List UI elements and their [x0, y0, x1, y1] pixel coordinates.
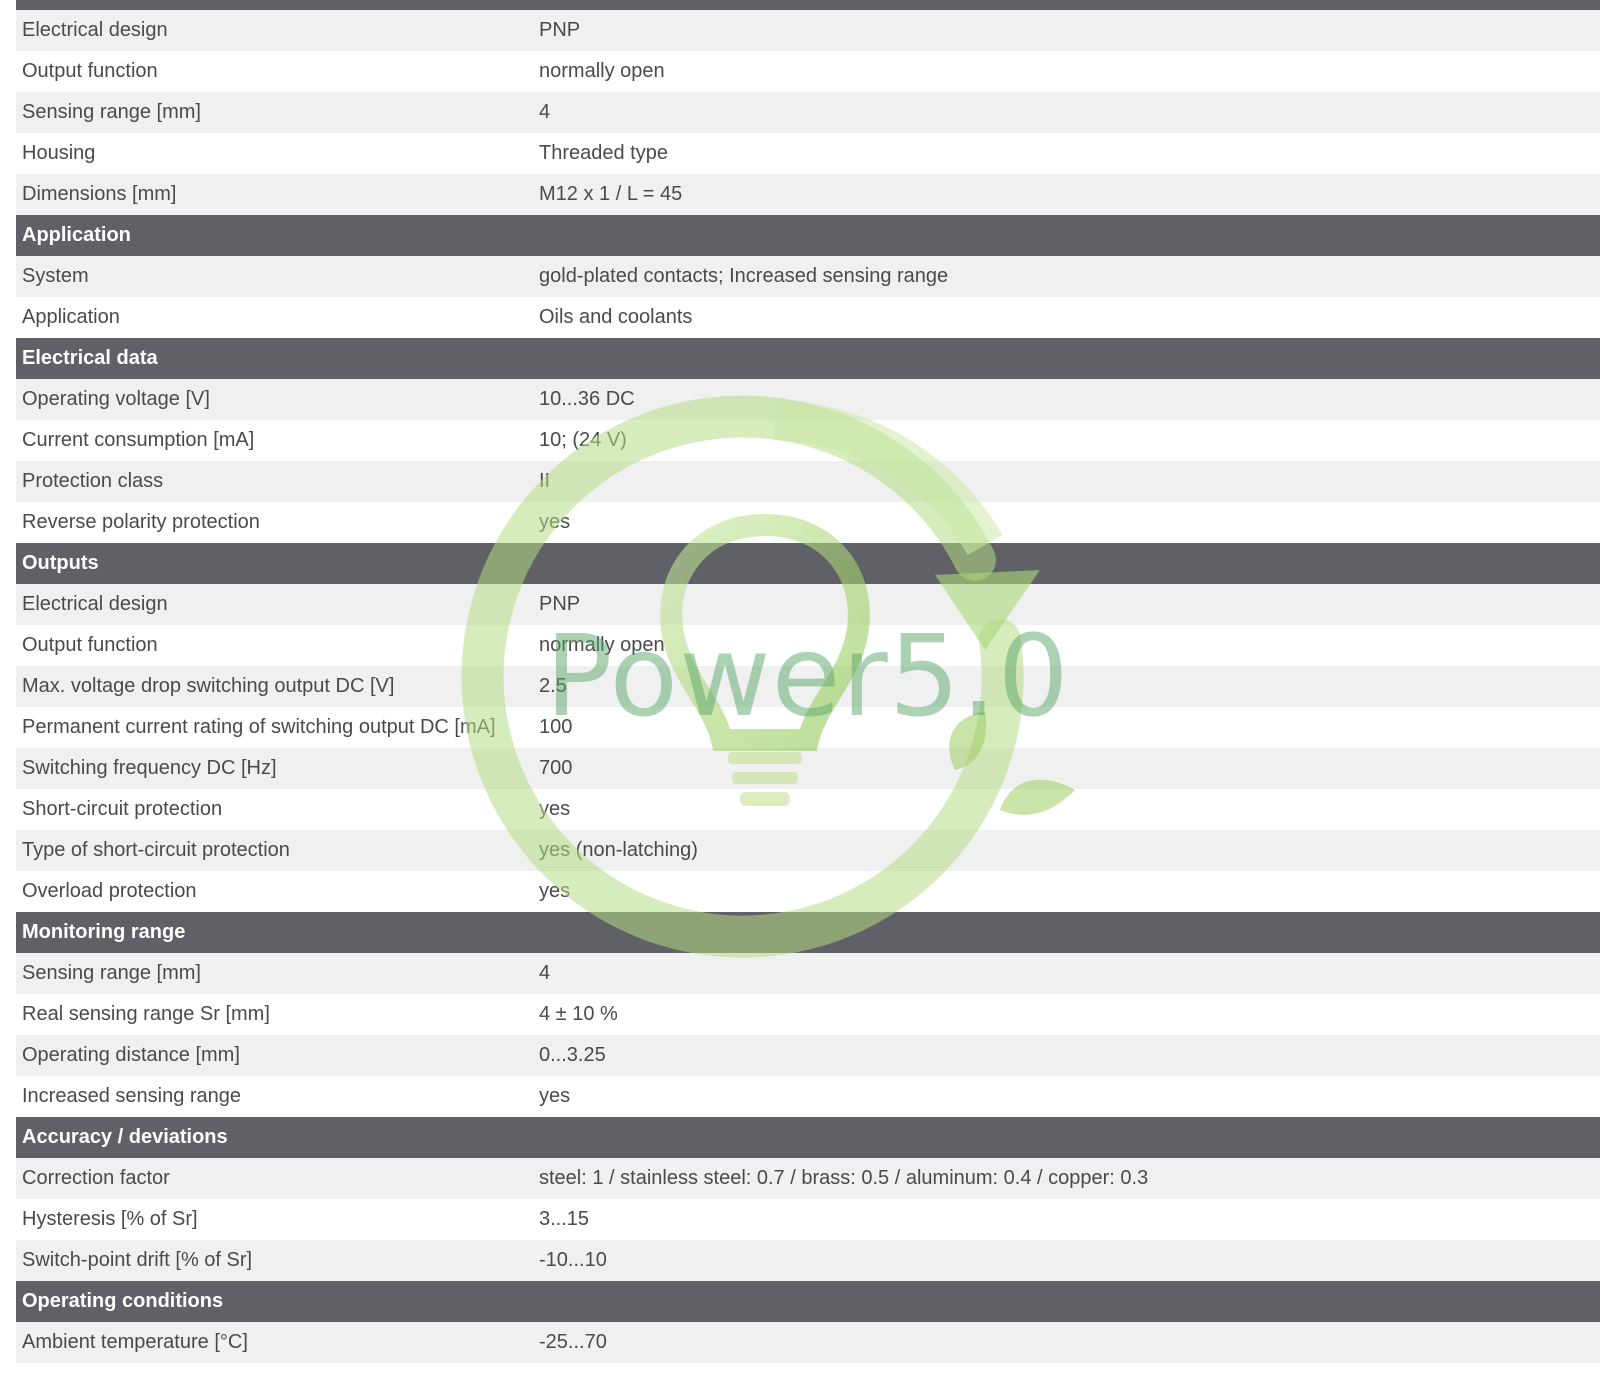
row-label: Max. voltage drop switching output DC [V…	[22, 675, 395, 697]
row-value: 4 ± 10 %	[539, 1003, 618, 1025]
row-label: Output function	[22, 634, 158, 656]
table-row: Output function normally open	[16, 625, 1600, 666]
row-label: Overload protection	[22, 880, 197, 902]
table-row: Switch-point drift [% of Sr] -10...10	[16, 1240, 1600, 1281]
row-value: M12 x 1 / L = 45	[539, 183, 683, 205]
table-row: Output function normally open	[16, 51, 1600, 92]
row-value: Oils and coolants	[539, 306, 693, 328]
row-value: Threaded type	[539, 142, 668, 164]
section-header: Outputs	[16, 543, 1600, 584]
row-label: Sensing range [mm]	[22, 101, 201, 123]
row-label: Operating distance [mm]	[22, 1044, 240, 1066]
row-value: normally open	[539, 60, 665, 82]
table-row: Electrical design PNP	[16, 584, 1600, 625]
table-row: Housing Threaded type	[16, 133, 1600, 174]
row-value: -25...70	[539, 1331, 607, 1353]
row-label: Real sensing range Sr [mm]	[22, 1003, 270, 1025]
row-value: 100	[539, 716, 573, 738]
row-label: Increased sensing range	[22, 1085, 242, 1107]
row-value: PNP	[539, 19, 581, 41]
table-row: Increased sensing range yes	[16, 1076, 1600, 1117]
table-row: Switching frequency DC [Hz] 700	[16, 748, 1600, 789]
row-value: II	[539, 470, 551, 492]
section-title: Outputs	[22, 552, 99, 574]
table-row: Real sensing range Sr [mm] 4 ± 10 %	[16, 994, 1600, 1035]
spec-table: Electrical design PNP Output function norma…	[16, 0, 1600, 1363]
row-label: Hysteresis [% of Sr]	[22, 1208, 198, 1230]
row-label: Housing	[22, 142, 96, 164]
row-label: Current consumption [mA]	[22, 429, 255, 451]
row-label: Correction factor	[22, 1167, 170, 1189]
table-row: Application Oils and coolants	[16, 297, 1600, 338]
table-row: Sensing range [mm] 4	[16, 953, 1600, 994]
table-row: Short-circuit protection yes	[16, 789, 1600, 830]
table-row: Protection class II	[16, 461, 1600, 502]
row-label: Reverse polarity protection	[22, 511, 260, 533]
table-row: Sensing range [mm] 4	[16, 92, 1600, 133]
spec-rows: Electrical design PNP Output function norma…	[16, 10, 1600, 1363]
table-row: Permanent current rating of switching ou…	[16, 707, 1600, 748]
row-label: Ambient temperature [°C]	[22, 1331, 248, 1353]
row-value: gold-plated contacts; Increased sensing …	[539, 265, 949, 287]
section-header-bar	[16, 0, 1600, 10]
row-value: 4	[539, 962, 551, 984]
row-value: steel: 1 / stainless steel: 0.7 / brass:…	[539, 1167, 1149, 1189]
section-title: Application	[22, 224, 131, 246]
row-value: yes	[539, 511, 571, 533]
row-label: System	[22, 265, 89, 287]
section-header: Monitoring range	[16, 912, 1600, 953]
row-label: Application	[22, 306, 120, 328]
table-row: System gold-plated contacts; Increased se…	[16, 256, 1600, 297]
row-label: Electrical design	[22, 593, 168, 615]
table-row: Operating distance [mm] 0...3.25	[16, 1035, 1600, 1076]
table-row: Max. voltage drop switching output DC [V…	[16, 666, 1600, 707]
table-row: Current consumption [mA] 10; (24 V)	[16, 420, 1600, 461]
row-label: Switching frequency DC [Hz]	[22, 757, 277, 779]
row-value: yes	[539, 1085, 571, 1107]
table-row: Electrical design PNP	[16, 10, 1600, 51]
row-value: PNP	[539, 593, 581, 615]
row-label: Electrical design	[22, 19, 168, 41]
row-label: Dimensions [mm]	[22, 183, 177, 205]
row-value: 3...15	[539, 1208, 590, 1230]
table-row: Hysteresis [% of Sr] 3...15	[16, 1199, 1600, 1240]
table-row: Correction factor steel: 1 / stainless st…	[16, 1158, 1600, 1199]
section-header: Application	[16, 215, 1600, 256]
section-header: Electrical data	[16, 338, 1600, 379]
row-value: 10; (24 V)	[539, 429, 627, 451]
row-label: Switch-point drift [% of Sr]	[22, 1249, 253, 1271]
section-title: Accuracy / deviations	[22, 1126, 228, 1148]
row-label: Short-circuit protection	[22, 798, 223, 820]
row-label: Protection class	[22, 470, 164, 492]
table-row: Dimensions [mm] M12 x 1 / L = 45	[16, 174, 1600, 215]
table-row: Type of short-circuit protection yes (non…	[16, 830, 1600, 871]
row-value: 4	[539, 101, 551, 123]
section-title: Electrical data	[22, 347, 158, 369]
table-row: Operating voltage [V] 10...36 DC	[16, 379, 1600, 420]
row-value: 700	[539, 757, 573, 779]
row-value: yes	[539, 880, 571, 902]
table-row: Ambient temperature [°C] -25...70	[16, 1322, 1600, 1363]
row-value: 0...3.25	[539, 1044, 606, 1066]
row-value: -10...10	[539, 1249, 607, 1271]
row-label: Output function	[22, 60, 158, 82]
row-label: Sensing range [mm]	[22, 962, 201, 984]
row-value: yes (non-latching)	[539, 839, 698, 861]
table-row: Reverse polarity protection yes	[16, 502, 1600, 543]
row-label: Operating voltage [V]	[22, 388, 210, 410]
row-value: normally open	[539, 634, 665, 656]
section-header: Operating conditions	[16, 1281, 1600, 1322]
section-header: Accuracy / deviations	[16, 1117, 1600, 1158]
row-label: Permanent current rating of switching ou…	[22, 716, 496, 738]
section-title: Operating conditions	[22, 1290, 224, 1312]
row-label: Type of short-circuit protection	[22, 839, 290, 861]
section-title: Monitoring range	[22, 921, 186, 943]
table-row: Overload protection yes	[16, 871, 1600, 912]
row-value: 2.5	[539, 675, 567, 697]
row-value: yes	[539, 798, 571, 820]
row-value: 10...36 DC	[539, 388, 635, 410]
